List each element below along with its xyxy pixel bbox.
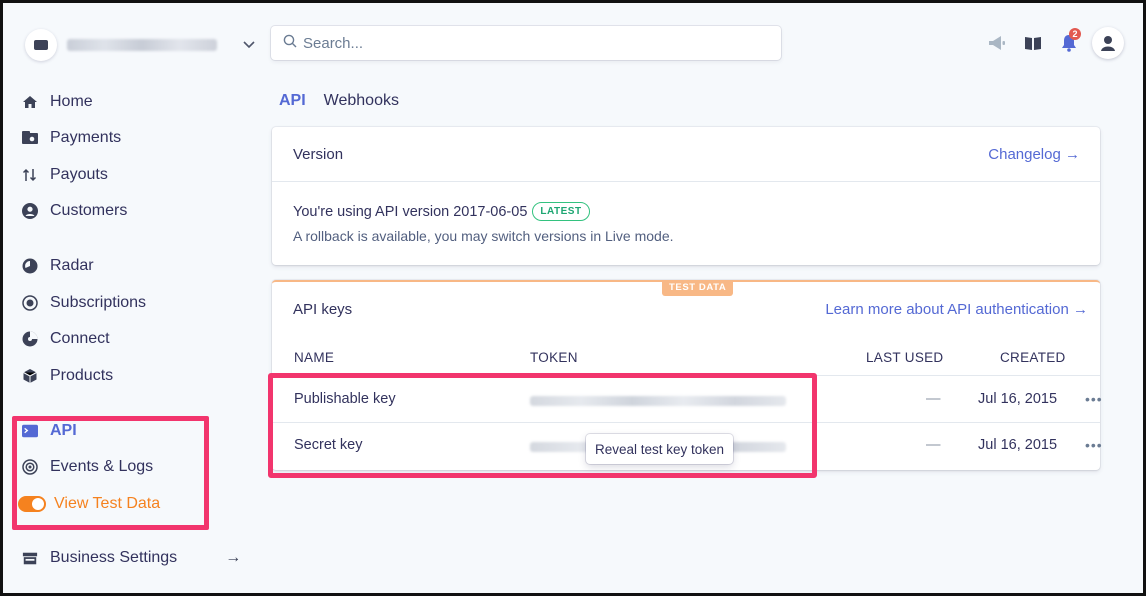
last-used: — bbox=[926, 391, 941, 407]
search-input[interactable] bbox=[303, 34, 743, 52]
search-bar[interactable] bbox=[271, 26, 781, 60]
sidebar-item-label: Business Settings bbox=[50, 549, 178, 566]
announcement-icon[interactable] bbox=[988, 35, 1006, 51]
account-switcher[interactable] bbox=[25, 27, 255, 63]
reveal-key-button[interactable]: Reveal test key token bbox=[586, 434, 734, 464]
sidebar-item-label: Events & Logs bbox=[50, 458, 154, 475]
account-name-redacted bbox=[67, 39, 217, 51]
business-icon bbox=[22, 550, 38, 566]
sidebar-item-events-logs[interactable]: Events & Logs bbox=[22, 455, 153, 479]
notification-badge: 2 bbox=[1069, 28, 1081, 40]
toggle-icon[interactable] bbox=[18, 496, 46, 512]
sidebar-item-subscriptions[interactable]: Subscriptions bbox=[22, 291, 146, 315]
radar-icon bbox=[22, 258, 38, 274]
column-header-created: CREATED bbox=[1000, 350, 1066, 365]
products-icon bbox=[22, 368, 38, 384]
notifications-bell-icon[interactable]: 2 bbox=[1060, 28, 1081, 52]
table-header: NAME TOKEN LAST USED CREATED bbox=[272, 336, 1100, 376]
sidebar-item-label: Radar bbox=[50, 257, 94, 274]
sidebar-item-label: View Test Data bbox=[54, 495, 161, 512]
test-data-badge: TEST DATA bbox=[662, 280, 734, 296]
key-name: Publishable key bbox=[294, 391, 396, 407]
sidebar-item-label: Payouts bbox=[50, 166, 108, 183]
last-used: — bbox=[926, 437, 941, 453]
sidebar-item-connect[interactable]: Connect bbox=[22, 327, 110, 351]
sidebar-item-home[interactable]: Home bbox=[22, 90, 93, 114]
more-options-icon[interactable]: ••• bbox=[1085, 391, 1103, 407]
search-icon bbox=[283, 34, 297, 52]
column-header-token: TOKEN bbox=[530, 350, 578, 365]
sidebar-item-payments[interactable]: Payments bbox=[22, 126, 121, 150]
avatar[interactable] bbox=[1092, 27, 1124, 59]
store-logo-icon bbox=[25, 29, 57, 61]
sidebar-item-label: Customers bbox=[50, 202, 128, 219]
sidebar-item-radar[interactable]: Radar bbox=[22, 254, 94, 278]
api-icon bbox=[22, 423, 38, 439]
token-redacted[interactable] bbox=[530, 396, 786, 406]
table-row[interactable]: Publishable key — Jul 16, 2015 ••• bbox=[272, 377, 1103, 423]
sidebar-item-label: Home bbox=[50, 93, 93, 110]
sidebar-item-label: Connect bbox=[50, 330, 110, 347]
view-test-data-toggle[interactable]: View Test Data bbox=[18, 492, 160, 516]
api-tabs: API Webhooks bbox=[279, 92, 399, 110]
api-auth-link[interactable]: Learn more about API authentication → bbox=[825, 301, 1088, 318]
payouts-icon bbox=[22, 167, 38, 183]
tab-api[interactable]: API bbox=[279, 92, 306, 110]
api-keys-card: TEST DATA API keys Learn more about API … bbox=[272, 280, 1103, 470]
arrow-right-icon: → bbox=[225, 549, 242, 566]
api-version-text: You're using API version 2017-06-05 bbox=[293, 203, 528, 220]
more-options-icon[interactable]: ••• bbox=[1085, 437, 1103, 453]
sidebar-item-label: API bbox=[50, 422, 77, 439]
sidebar-item-label: Payments bbox=[50, 129, 122, 146]
connect-icon bbox=[22, 331, 38, 347]
top-bar-icons: 2 bbox=[970, 26, 1124, 60]
sidebar-item-api[interactable]: API bbox=[22, 419, 77, 443]
version-card-title: Version bbox=[293, 145, 344, 163]
tab-webhooks[interactable]: Webhooks bbox=[324, 92, 399, 110]
payments-icon bbox=[22, 130, 38, 146]
version-card: Version Changelog → You're using API ver… bbox=[272, 127, 1100, 265]
home-icon bbox=[22, 94, 38, 110]
sidebar-item-payouts[interactable]: Payouts bbox=[22, 163, 108, 187]
sidebar-item-label: Products bbox=[50, 367, 114, 384]
api-keys-title: API keys bbox=[293, 300, 353, 318]
subscriptions-icon bbox=[22, 295, 38, 311]
customers-icon bbox=[22, 203, 38, 219]
key-name: Secret key bbox=[294, 437, 363, 453]
latest-badge: LATEST bbox=[532, 202, 590, 221]
rollback-text: A rollback is available, you may switch … bbox=[293, 228, 674, 244]
sidebar-item-products[interactable]: Products bbox=[22, 364, 113, 388]
chevron-down-icon bbox=[243, 41, 255, 49]
events-icon bbox=[22, 459, 38, 475]
sidebar-item-customers[interactable]: Customers bbox=[22, 199, 127, 223]
created-date: Jul 16, 2015 bbox=[978, 437, 1058, 453]
created-date: Jul 16, 2015 bbox=[978, 391, 1058, 407]
sidebar-item-label: Subscriptions bbox=[50, 294, 147, 311]
column-header-last-used: LAST USED bbox=[866, 350, 944, 365]
docs-book-icon[interactable] bbox=[1024, 36, 1042, 51]
changelog-link[interactable]: Changelog → bbox=[988, 146, 1080, 163]
column-header-name: NAME bbox=[294, 350, 335, 365]
sidebar-item-business-settings[interactable]: Business Settings → bbox=[22, 546, 241, 570]
